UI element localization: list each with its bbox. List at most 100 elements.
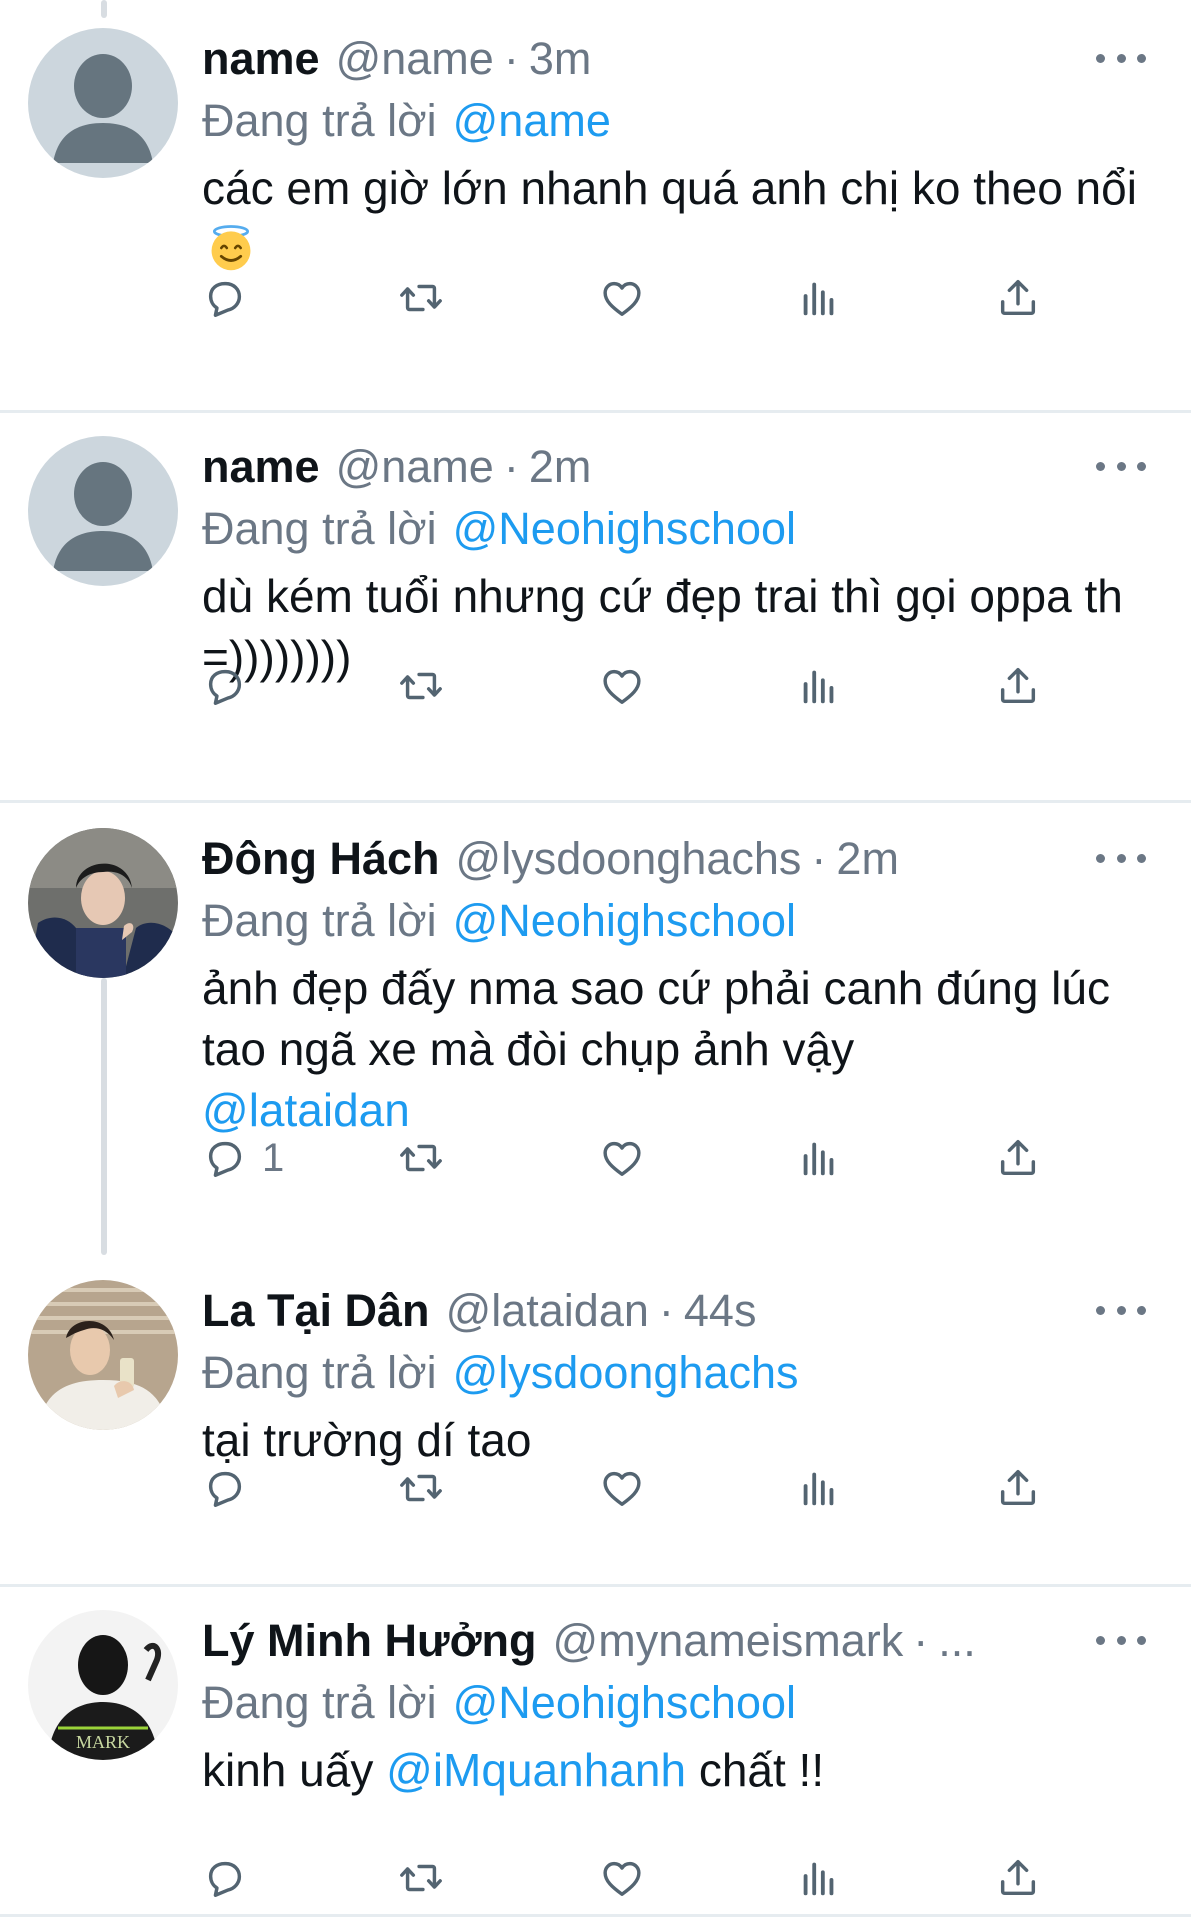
divider [0,1914,1191,1917]
views-button[interactable] [796,1848,842,1908]
separator: · [913,1615,929,1666]
avatar[interactable] [28,28,178,178]
smiling-face-with-halo-icon [211,225,251,271]
more-icon[interactable] [1096,1300,1146,1320]
views-icon [796,663,842,709]
retweet-button[interactable] [398,656,444,716]
retweet-button[interactable] [398,1848,444,1908]
divider [0,800,1191,803]
text-mention-link[interactable]: @iMquanhanh [386,1744,686,1796]
timestamp[interactable]: 3m [529,33,592,85]
more-icon[interactable] [1096,48,1146,68]
reply-button[interactable] [202,1848,248,1908]
separator: · [811,833,827,884]
like-button[interactable] [599,656,645,716]
replying-to-mention[interactable]: @name [453,95,611,147]
reply-feed: name @name · 3m Đang trả lời @name các e… [0,0,1191,1920]
replying-to-mention[interactable]: @Neohighschool [453,895,796,947]
share-button[interactable] [995,1128,1041,1188]
profile-photo-icon [28,828,178,978]
timestamp[interactable]: 2m [836,833,899,885]
author-handle[interactable]: @name [336,33,494,85]
author-handle[interactable]: @lataidan [446,1285,649,1337]
profile-photo-icon [28,1280,178,1430]
views-button[interactable] [796,656,842,716]
separator: · [503,441,519,492]
like-button[interactable] [599,1128,645,1188]
avatar[interactable] [28,436,178,586]
more-icon[interactable] [1096,1630,1146,1650]
tweet-text-after: chất !! [698,1744,825,1796]
author-handle[interactable]: @mynameismark [553,1615,904,1667]
views-icon [796,1135,842,1181]
reply-icon [202,275,248,321]
reply-icon [202,1465,248,1511]
like-button[interactable] [599,1458,645,1518]
replying-to-mention[interactable]: @Neohighschool [453,503,796,555]
author-name[interactable]: La Tại Dân [202,1285,430,1337]
share-icon [995,663,1041,709]
retweet-button[interactable] [398,1128,444,1188]
views-icon [796,1465,842,1511]
retweet-button[interactable] [398,1458,444,1518]
replying-to-mention[interactable]: @Neohighschool [453,1677,796,1729]
reply-icon [202,663,248,709]
reply-button[interactable] [202,1458,248,1518]
more-icon[interactable] [1096,848,1146,868]
thread-line [101,0,107,18]
author-name[interactable]: Đông Hách [202,833,440,885]
reply-button[interactable]: 1 [202,1128,284,1188]
share-button[interactable] [995,1848,1041,1908]
author-handle[interactable]: @name [336,441,494,493]
retweet-icon [398,1465,444,1511]
share-icon [995,1135,1041,1181]
like-button[interactable] [599,268,645,328]
divider [0,410,1191,413]
more-icon[interactable] [1096,456,1146,476]
tweet-actions [202,1848,1062,1908]
timestamp[interactable]: 44s [684,1285,757,1337]
default-avatar-icon [28,436,178,586]
replying-to-label: Đang trả lời [202,95,437,146]
like-button[interactable] [599,1848,645,1908]
views-button[interactable] [796,1458,842,1518]
replying-to-mention[interactable]: @lysdoonghachs [453,1347,799,1399]
profile-photo-icon: MARK [28,1610,178,1760]
share-icon [995,275,1041,321]
tweet-text: kinh uấy @iMquanhanh chất !! [202,1740,1151,1801]
timestamp[interactable]: 2m [529,441,592,493]
avatar[interactable] [28,828,178,978]
retweet-icon [398,663,444,709]
reply-button[interactable] [202,656,248,716]
author-name[interactable]: Lý Minh Hưởng [202,1615,537,1667]
share-icon [995,1465,1041,1511]
author-name[interactable]: name [202,441,320,493]
reply-icon [202,1135,248,1181]
thread-line [101,985,107,1255]
retweet-button[interactable] [398,268,444,328]
author-name[interactable]: name [202,33,320,85]
avatar[interactable] [28,1280,178,1430]
reply-button[interactable] [202,268,248,328]
share-button[interactable] [995,268,1041,328]
avatar[interactable]: MARK [28,1610,178,1760]
tweet-actions [202,656,1062,716]
replying-to-label: Đang trả lời [202,895,437,946]
reply-icon [202,1855,248,1901]
views-button[interactable] [796,1128,842,1188]
replying-to-label: Đang trả lời [202,503,437,554]
share-button[interactable] [995,1458,1041,1518]
tweet-text: ảnh đẹp đấy nma sao cứ phải canh đúng lú… [202,958,1151,1141]
separator: · [503,33,519,84]
tweet-text: các em giờ lớn nhanh quá anh chị ko theo… [202,158,1151,280]
like-icon [599,663,645,709]
tweet-actions [202,1458,1062,1518]
retweet-icon [398,1855,444,1901]
reply-count: 1 [262,1135,285,1180]
svg-text:MARK: MARK [76,1732,130,1752]
views-button[interactable] [796,268,842,328]
share-button[interactable] [995,656,1041,716]
timestamp[interactable]: ... [938,1615,976,1667]
replying-to-label: Đang trả lời [202,1677,437,1728]
author-handle[interactable]: @lysdoonghachs [456,833,802,885]
